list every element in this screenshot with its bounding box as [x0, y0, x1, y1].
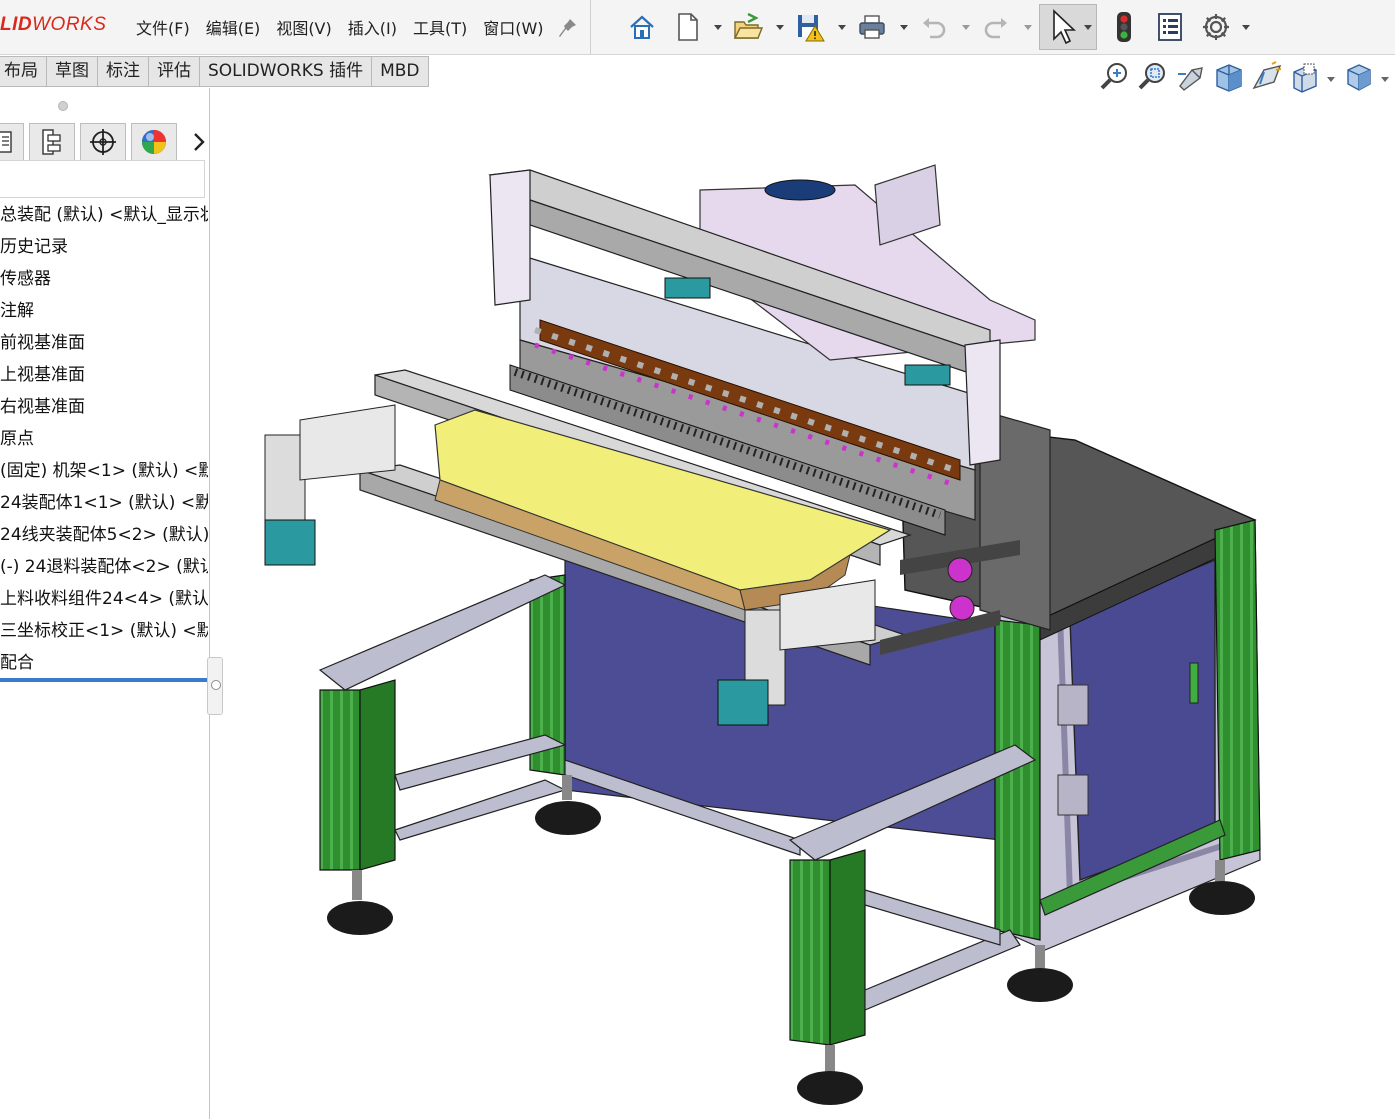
save-warning-icon[interactable] [793, 10, 827, 44]
graphics-viewport[interactable] [211, 96, 1395, 1119]
tree-item-top-assembly[interactable]: 总装配 (默认) <默认_显示状 [0, 199, 208, 231]
view-orientation-icon[interactable] [1288, 60, 1322, 94]
stepper-motor [874, 164, 941, 246]
undo-icon[interactable] [917, 10, 951, 44]
tab-solidworks-addins[interactable]: SOLIDWORKS 插件 [200, 56, 373, 87]
feature-manager-panel: 总装配 (默认) <默认_显示状 历史记录 传感器 注解 前视基准面 上视基准面… [0, 88, 223, 1119]
tree-item-history[interactable]: 历史记录 [0, 231, 208, 263]
menu-bar: 文件(F) 编辑(E) 视图(V) 插入(I) 工具(T) 窗口(W) [136, 17, 560, 41]
save-dropdown-icon[interactable] [837, 22, 847, 32]
tree-item-assembly-1[interactable]: 24装配体1<1> (默认) <默 [0, 487, 208, 519]
tree-item-mates[interactable]: 配合 [0, 647, 208, 679]
frame-post-front-right [789, 859, 831, 1046]
tab-sketch[interactable]: 草图 [47, 56, 98, 87]
redo-dropdown-icon[interactable] [1023, 22, 1033, 32]
menu-edit[interactable]: 编辑(E) [206, 17, 269, 41]
frame-post-cabinet-right [1214, 519, 1261, 861]
left-cylinder-block [299, 404, 396, 481]
title-bar: LIDWORKS 文件(F) 编辑(E) 视图(V) 插入(I) 工具(T) 窗… [0, 0, 1395, 55]
options-dropdown-icon[interactable] [1241, 22, 1251, 32]
open-dropdown-icon[interactable] [775, 22, 785, 32]
tree-item-origin[interactable]: 原点 [0, 423, 208, 455]
open-icon[interactable] [731, 10, 765, 44]
feature-manager-tab-icon[interactable] [0, 123, 24, 161]
select-tool-button[interactable] [1039, 4, 1097, 50]
door-hinge-lower [1057, 774, 1089, 816]
tab-evaluate[interactable]: 评估 [149, 56, 200, 87]
print-dropdown-icon[interactable] [899, 22, 909, 32]
configuration-manager-tab-icon[interactable] [80, 123, 126, 161]
feature-tree-filter-input[interactable] [0, 160, 205, 198]
appearance-manager-tab-icon[interactable] [131, 123, 177, 161]
solidworks-logo: LIDWORKS [0, 14, 106, 36]
more-tabs-chevron-icon[interactable] [188, 129, 210, 155]
tree-item-top-plane[interactable]: 上视基准面 [0, 359, 208, 391]
teal-block-front [904, 364, 951, 386]
display-style-dropdown-icon[interactable] [1378, 60, 1392, 94]
magenta-collar-upper [947, 557, 973, 583]
menu-view[interactable]: 视图(V) [276, 17, 339, 41]
dynamic-annotation-icon[interactable] [1250, 60, 1284, 94]
gantry-left-leg [489, 169, 531, 306]
tree-item-right-plane[interactable]: 右视基准面 [0, 391, 208, 423]
command-manager-tabs: 布局 草图 标注 评估 SOLIDWORKS 插件 MBD [0, 56, 429, 87]
tab-layout[interactable]: 布局 [0, 56, 47, 87]
door-handle [1189, 662, 1199, 704]
logo-text-suffix: WORKS [32, 14, 107, 35]
left-teal-mount [264, 519, 316, 566]
tab-markup[interactable]: 标注 [98, 56, 149, 87]
timing-belt [764, 179, 836, 201]
tree-item-sensors[interactable]: 传感器 [0, 263, 208, 295]
frame-post-front-left [319, 689, 361, 871]
heads-up-view-toolbar [1096, 58, 1395, 96]
home-icon[interactable] [625, 10, 659, 44]
rail-right-mid [864, 889, 1001, 946]
magenta-collar-lower [949, 595, 975, 621]
property-manager-tab-icon[interactable] [29, 123, 75, 161]
tree-item-cmm-calibration[interactable]: 三坐标校正<1> (默认) <默 [0, 615, 208, 647]
menu-tools[interactable]: 工具(T) [413, 17, 475, 41]
menu-file[interactable]: 文件(F) [136, 17, 198, 41]
undo-dropdown-icon[interactable] [961, 22, 971, 32]
logo-text-prefix: LID [0, 14, 33, 35]
new-document-icon[interactable] [671, 10, 705, 44]
zoom-area-icon[interactable] [1136, 60, 1170, 94]
manager-tabs [0, 123, 210, 161]
rebuild-traffic-light-icon[interactable] [1107, 10, 1141, 44]
previous-view-icon[interactable] [1174, 60, 1208, 94]
tree-item-loading-component[interactable]: 上料收料组件24<4> (默认 [0, 583, 208, 615]
menu-window[interactable]: 窗口(W) [483, 17, 551, 41]
door-hinge-upper [1057, 684, 1089, 726]
tree-item-frame[interactable]: (固定) 机架<1> (默认) <默 [0, 455, 208, 487]
tree-item-front-plane[interactable]: 前视基准面 [0, 327, 208, 359]
left-side-bracket [264, 434, 306, 531]
panel-grip-handle[interactable] [58, 101, 68, 111]
new-dropdown-icon[interactable] [713, 22, 723, 32]
zoom-to-fit-icon[interactable] [1098, 60, 1132, 94]
print-icon[interactable] [855, 10, 889, 44]
tree-item-annotations[interactable]: 注解 [0, 295, 208, 327]
pin-menu-icon[interactable] [557, 16, 579, 40]
feature-tree: 总装配 (默认) <默认_显示状 历史记录 传感器 注解 前视基准面 上视基准面… [0, 199, 210, 679]
frame-post-front-left-side [359, 679, 396, 871]
options-gear-icon[interactable] [1199, 10, 1233, 44]
section-view-icon[interactable] [1212, 60, 1246, 94]
frame-post-front-right-side [829, 849, 866, 1046]
display-style-icon[interactable] [1342, 60, 1376, 94]
menu-insert[interactable]: 插入(I) [348, 17, 405, 41]
right-teal-mount [717, 679, 769, 726]
teal-block-back [664, 277, 711, 299]
quick-access-toolbar [590, 0, 1395, 55]
file-properties-icon[interactable] [1153, 10, 1187, 44]
frame-post-cabinet-left [994, 619, 1041, 941]
view-orientation-dropdown-icon[interactable] [1324, 60, 1338, 94]
redo-icon[interactable] [979, 10, 1013, 44]
rail-left-top [318, 574, 567, 691]
gantry-right-leg [964, 339, 1001, 466]
rollback-bar[interactable] [0, 678, 208, 682]
tree-item-unloading-assembly[interactable]: (-) 24退料装配体<2> (默认 [0, 551, 208, 583]
tab-mbd[interactable]: MBD [372, 56, 429, 87]
tree-item-wire-clamp-assembly[interactable]: 24线夹装配体5<2> (默认) [0, 519, 208, 551]
machine-assembly-model [264, 164, 1261, 1105]
